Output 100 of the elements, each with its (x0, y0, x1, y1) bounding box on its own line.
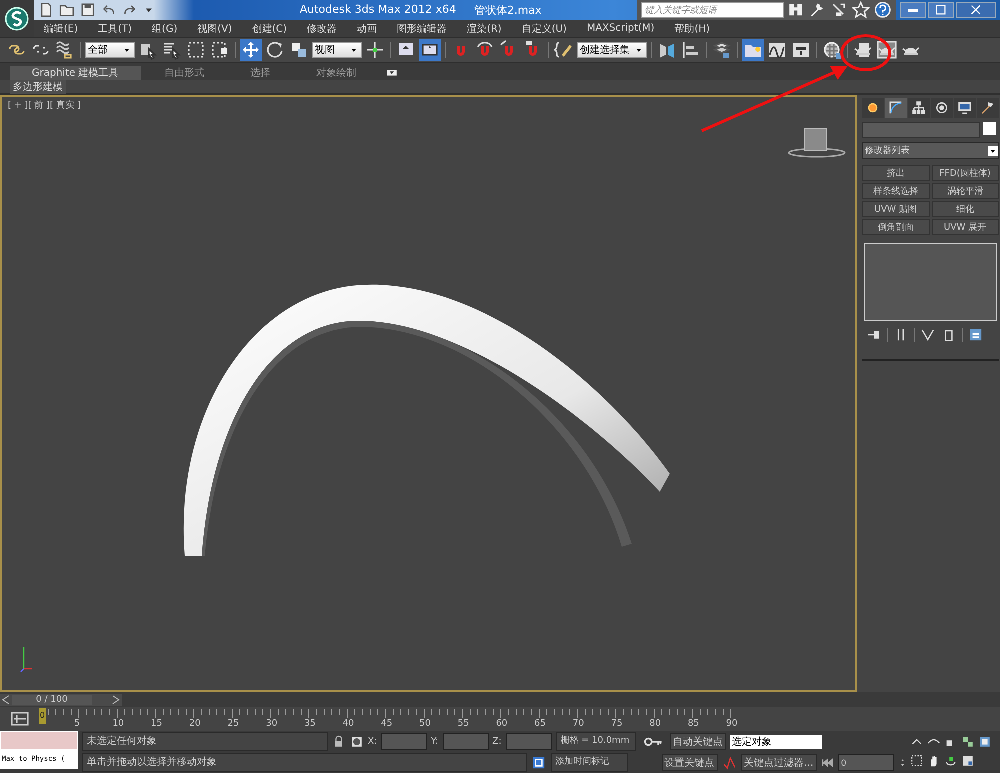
maximize-button[interactable] (928, 2, 954, 18)
ribbon-tab[interactable]: 选择 (228, 66, 293, 80)
bind-spacewarp-icon (55, 40, 75, 60)
maxscript-listener-field[interactable] (0, 731, 78, 750)
command-panel-tab[interactable] (931, 98, 953, 118)
caret-icon (988, 146, 998, 156)
ribbon-tab[interactable]: 对象绘制 (294, 66, 379, 80)
menu-item[interactable]: 渲染(R) (467, 22, 502, 36)
file-name: 管状体2.max (474, 2, 542, 18)
menu-item[interactable]: 动画 (357, 22, 378, 36)
object-name-field[interactable] (862, 122, 980, 138)
modifier-button[interactable]: UVW 贴图 (862, 201, 930, 217)
frame-navigation-bar[interactable]: 0 / 100 (0, 694, 122, 706)
frame-number: 55 (458, 719, 470, 729)
minimize-button[interactable] (900, 2, 926, 18)
frame-counter[interactable]: 0 / 100 (12, 694, 92, 704)
help-icon (874, 1, 892, 19)
coordinate-field[interactable] (381, 733, 428, 750)
window-crossing-icon (210, 40, 230, 60)
frame-number: 15 (151, 719, 162, 729)
display-icon (957, 100, 973, 116)
selection-status: 未选定任何对象 (82, 732, 328, 751)
maximize-icon (934, 3, 948, 17)
move-icon (241, 40, 261, 60)
ribbon-tab[interactable]: 自由形式 (142, 66, 227, 80)
modifier-button[interactable]: 挤出 (862, 165, 930, 181)
window-title: Autodesk 3ds Max 2012 x64 (300, 2, 456, 18)
frame-number: 85 (688, 719, 700, 729)
modifier-button[interactable]: 样条线选择 (862, 183, 930, 199)
previous-frame-icon[interactable] (0, 694, 12, 704)
ribbon-tab[interactable]: Graphite 建模工具 (10, 66, 141, 80)
rotate-icon (265, 40, 285, 60)
configure-sets-icon (968, 327, 984, 343)
app-logo-icon[interactable] (0, 0, 34, 37)
coordinate-field[interactable] (506, 733, 552, 750)
modifier-button[interactable]: 涡轮平滑 (932, 183, 999, 199)
key-mode-dropdown[interactable]: 选定对象 (730, 734, 822, 748)
next-frame-icon[interactable] (110, 694, 122, 704)
search-field[interactable]: 键入关键字或短语 (641, 2, 784, 18)
toolbar-button[interactable] (240, 39, 262, 61)
dropdown[interactable]: 创建选择集 (577, 42, 647, 58)
add-time-tag-text[interactable]: 添加时间标记 (550, 753, 628, 772)
command-panel-tab[interactable] (885, 98, 907, 118)
key-tangent-icon (722, 754, 738, 770)
auto-key-button[interactable]: 自动关键点 (670, 733, 726, 750)
close-button[interactable] (956, 2, 996, 18)
modifier-stack[interactable] (864, 243, 997, 321)
menu-item[interactable]: 组(G) (152, 22, 178, 36)
track-bar[interactable]: 0 5 10 15 20 25 30 35 40 45 50 55 60 65 70 75 80 85 90 (40, 707, 740, 731)
frame-number: 25 (228, 719, 240, 729)
dropdown[interactable]: 全部 (85, 42, 135, 58)
menu-item[interactable]: 修改器 (307, 22, 338, 36)
grid-size-text: 栅格 = 10.0mm (556, 732, 636, 751)
menu-item[interactable]: MAXScript(M) (586, 23, 655, 34)
menu-item[interactable]: 创建(C) (252, 22, 288, 36)
select-by-name-icon (162, 40, 182, 60)
frame-marker[interactable]: 0 (39, 708, 46, 724)
menu-item[interactable]: 自定义(U) (522, 22, 567, 36)
key-filters-button[interactable]: 关键点过滤器... (741, 754, 817, 771)
frame-number: 30 (266, 719, 278, 729)
color-swatch[interactable] (983, 122, 996, 135)
modifier-button[interactable]: UVW 展开 (932, 219, 999, 235)
frame-number: 70 (572, 719, 584, 729)
toolbar-button[interactable] (711, 39, 733, 61)
modifier-button[interactable]: 细化 (932, 201, 999, 217)
menu-item[interactable]: 编辑(E) (44, 22, 78, 36)
viewcube-icon[interactable] (788, 128, 846, 158)
command-panel-tab[interactable] (908, 98, 930, 118)
toolbar-button[interactable] (185, 39, 207, 61)
command-panel-tab[interactable] (977, 98, 999, 118)
menu-item[interactable]: 图形编辑器 (397, 22, 448, 36)
frame-number: 50 (420, 719, 431, 729)
menu-item[interactable]: 帮助(H) (674, 22, 710, 36)
frame-field[interactable]: 0 (838, 754, 894, 771)
toolbar-button[interactable] (364, 39, 386, 61)
modifier-button[interactable]: FFD(圆柱体) (932, 165, 999, 181)
dropdown[interactable]: 视图 (312, 42, 362, 58)
menu-item[interactable]: 视图(V) (198, 22, 232, 36)
frame-number: 45 (381, 719, 393, 729)
frame-number: 5 (74, 719, 80, 729)
menu-item[interactable]: 工具(T) (98, 22, 132, 36)
ribbon-panel-tab[interactable]: 多边形建模 (10, 80, 66, 94)
command-panel-tab[interactable] (954, 98, 976, 118)
viewport[interactable]: [ + ][ 前 ][ 真实 ] (0, 95, 857, 692)
toolbar-button[interactable] (821, 39, 843, 61)
motion-icon (934, 100, 950, 116)
align-icon (681, 40, 701, 60)
modifier-button[interactable]: 倒角剖面 (862, 219, 930, 235)
modifier-list-dropdown[interactable]: 修改器列表 (862, 142, 999, 159)
command-panel-tab[interactable] (862, 98, 884, 118)
utilities-icon (980, 100, 996, 116)
coordinate-field[interactable] (442, 733, 489, 750)
coordinate-label: Z: (492, 736, 502, 746)
material-editor-icon (822, 40, 842, 60)
axis-tripod-icon (20, 647, 32, 672)
prompt-text: 单击并拖动以选择并移动对象 (82, 753, 527, 772)
viewport-label[interactable]: [ + ][ 前 ][ 真实 ] (8, 99, 81, 112)
frame-number: 20 (189, 719, 201, 729)
layers-icon (712, 40, 732, 60)
set-key-button[interactable]: 设置关键点 (662, 754, 718, 771)
